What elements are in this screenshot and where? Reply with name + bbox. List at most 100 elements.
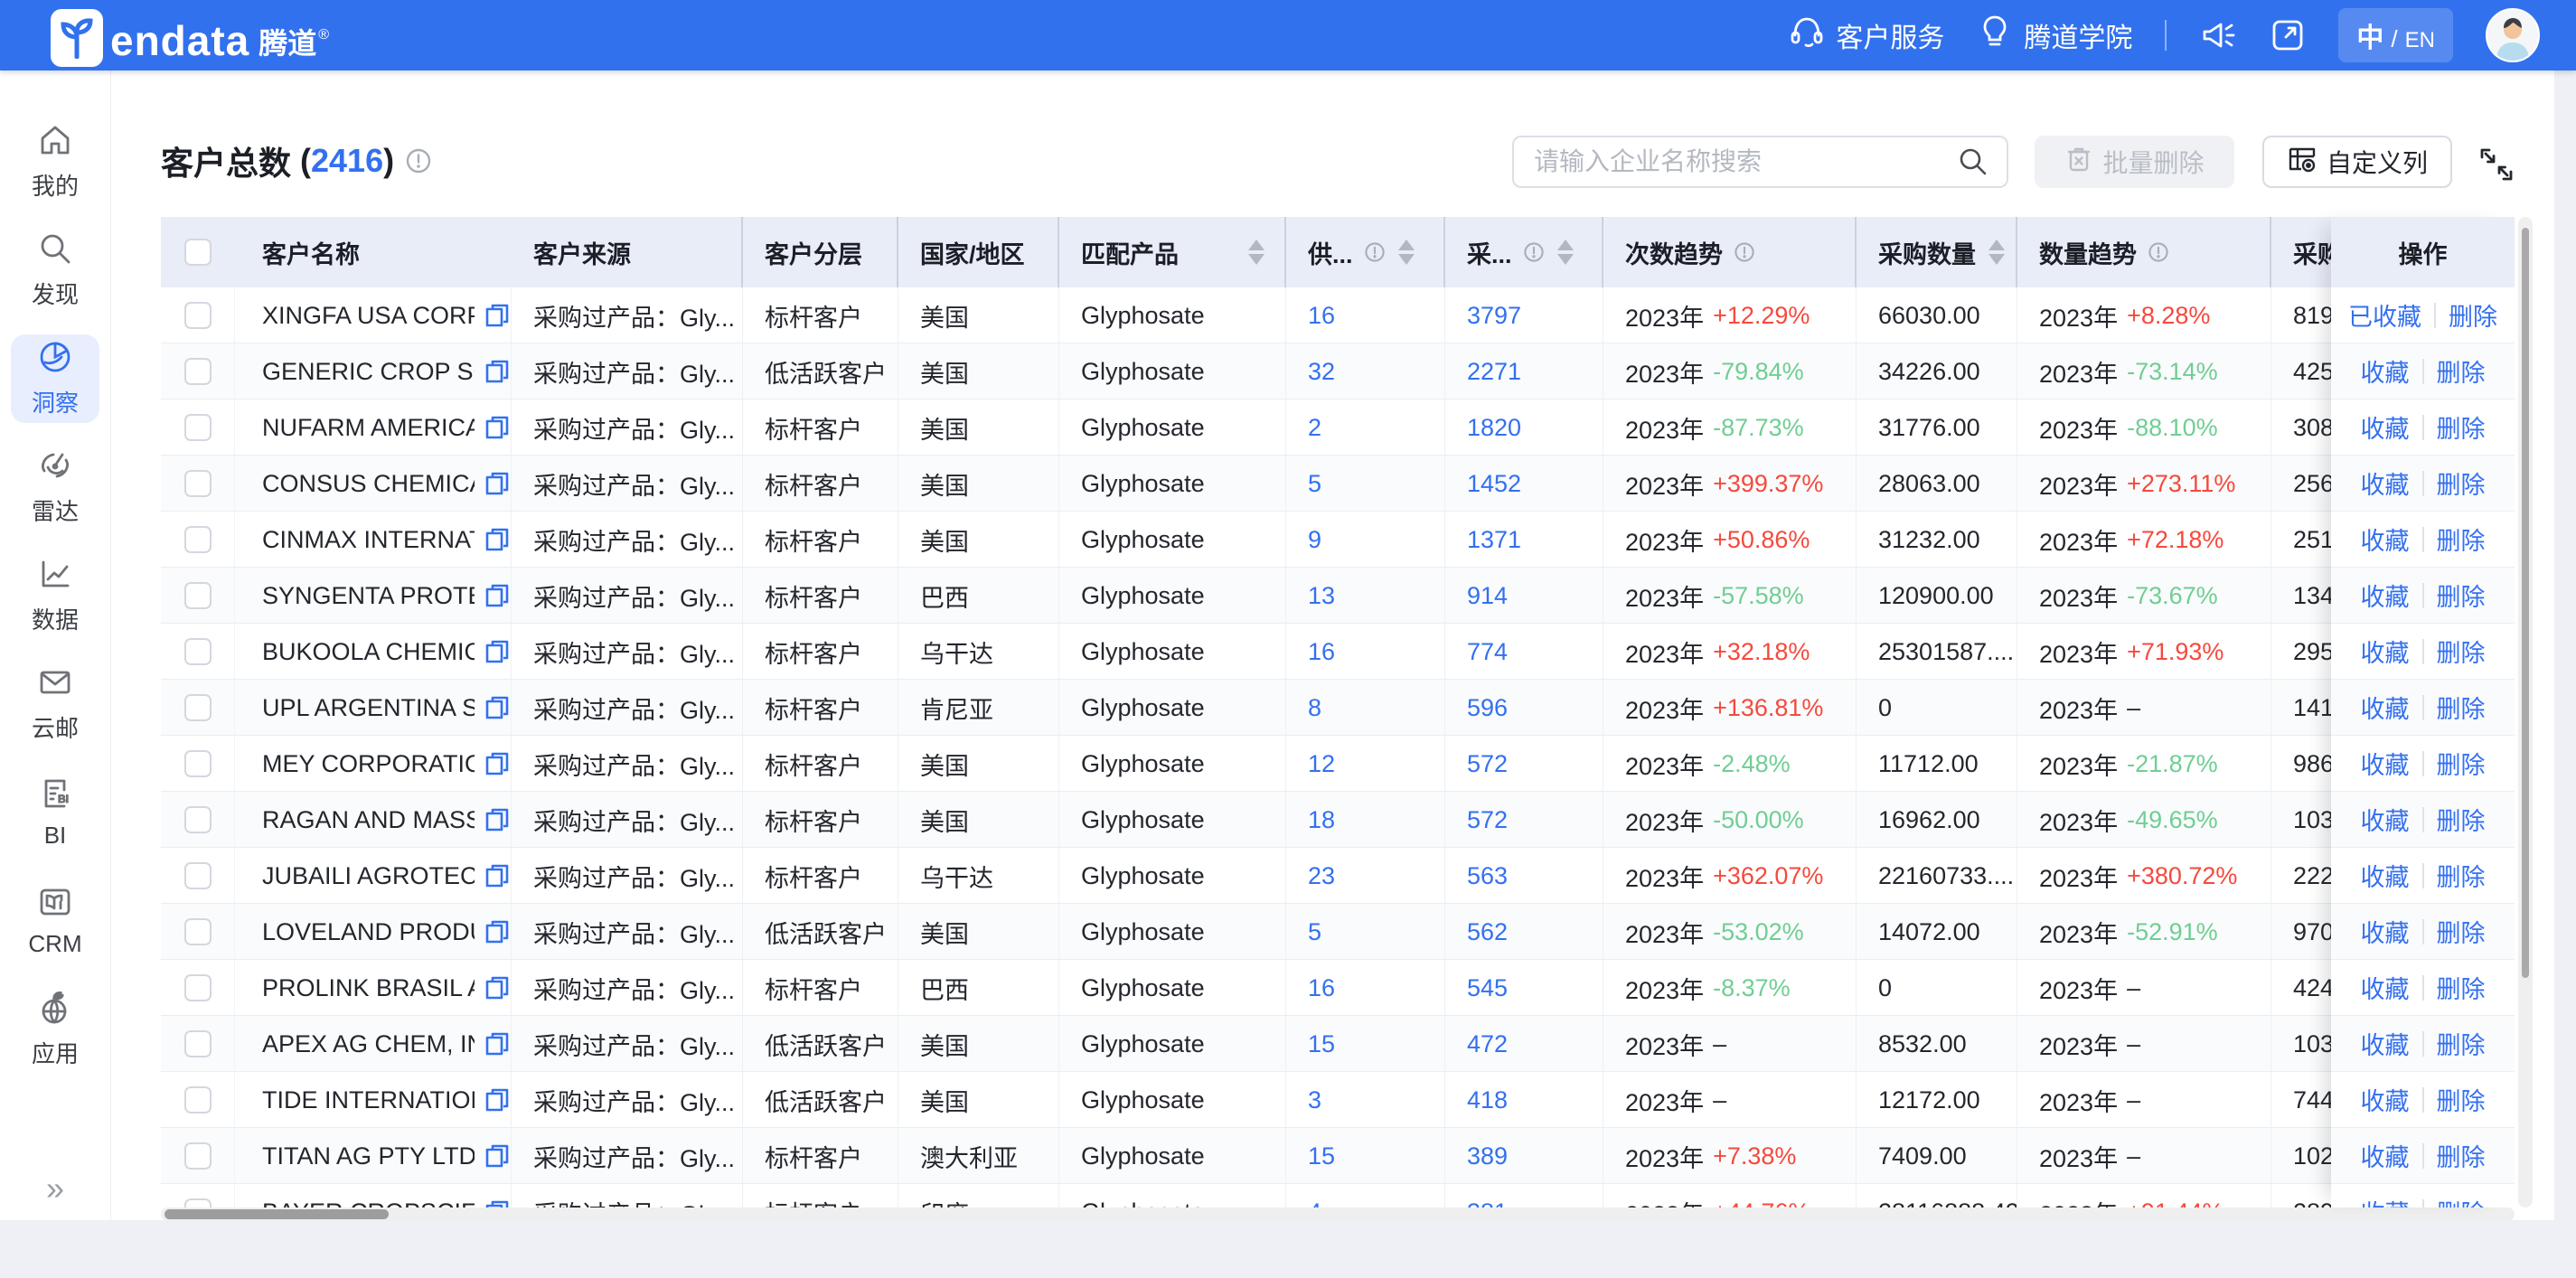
row-checkbox[interactable] <box>184 302 212 329</box>
records-count-link[interactable]: 381 <box>1445 1184 1603 1208</box>
delete-link[interactable]: 删除 <box>2437 746 2486 781</box>
delete-link[interactable]: 删除 <box>2437 465 2486 501</box>
records-count-link[interactable]: 562 <box>1445 904 1603 960</box>
copy-icon[interactable] <box>484 1086 511 1114</box>
row-checkbox[interactable] <box>184 638 212 665</box>
delete-link[interactable]: 删除 <box>2437 970 2486 1005</box>
favorite-link[interactable]: 收藏 <box>2361 970 2410 1005</box>
records-count-link[interactable]: 1452 <box>1445 456 1603 512</box>
delete-link[interactable]: 删除 <box>2437 522 2486 557</box>
custom-columns-button[interactable]: 自定义列 <box>2262 136 2452 188</box>
customer-name-cell[interactable]: NUFARM AMERICAS, <box>235 399 512 456</box>
copy-icon[interactable] <box>484 302 511 329</box>
fullscreen-icon[interactable] <box>2270 17 2306 53</box>
suppliers-count-link[interactable]: 5 <box>1286 456 1445 512</box>
select-all-checkbox[interactable] <box>184 239 212 266</box>
row-checkbox[interactable] <box>184 526 212 553</box>
delete-link[interactable]: 删除 <box>2437 353 2486 389</box>
delete-link[interactable]: 删除 <box>2437 1138 2486 1173</box>
favorite-link[interactable]: 收藏 <box>2361 858 2410 893</box>
favorite-link[interactable]: 收藏 <box>2361 522 2410 557</box>
copy-icon[interactable] <box>484 470 511 497</box>
suppliers-count-link[interactable]: 8 <box>1286 680 1445 736</box>
sidebar-item-discover[interactable]: 发现 <box>11 226 99 315</box>
records-count-link[interactable]: 596 <box>1445 680 1603 736</box>
suppliers-count-link[interactable]: 16 <box>1286 624 1445 680</box>
vertical-scrollbar[interactable] <box>2518 217 2533 1208</box>
delete-link[interactable]: 删除 <box>2437 914 2486 949</box>
copy-icon[interactable] <box>484 1198 511 1208</box>
suppliers-count-link[interactable]: 15 <box>1286 1016 1445 1072</box>
favorite-link[interactable]: 收藏 <box>2361 746 2410 781</box>
sort-icon[interactable] <box>1248 240 1264 265</box>
row-checkbox[interactable] <box>184 750 212 777</box>
sort-icon[interactable] <box>1988 240 2005 265</box>
records-count-link[interactable]: 774 <box>1445 624 1603 680</box>
suppliers-count-link[interactable]: 2 <box>1286 399 1445 456</box>
suppliers-count-link[interactable]: 16 <box>1286 287 1445 343</box>
customer-name-cell[interactable]: TIDE INTERNATIONA <box>235 1072 512 1128</box>
copy-icon[interactable] <box>484 750 511 777</box>
copy-icon[interactable] <box>484 414 511 441</box>
records-count-link[interactable]: 418 <box>1445 1072 1603 1128</box>
suppliers-count-link[interactable]: 12 <box>1286 736 1445 792</box>
suppliers-count-link[interactable]: 23 <box>1286 848 1445 904</box>
copy-icon[interactable] <box>484 582 511 609</box>
sidebar-item-cloudmail[interactable]: 云邮 <box>11 660 99 748</box>
customer-name-cell[interactable]: MEY CORPORATION <box>235 736 512 792</box>
row-checkbox[interactable] <box>184 862 212 889</box>
customer-name-cell[interactable]: LOVELAND PRODUC <box>235 904 512 960</box>
collapse-table-icon[interactable] <box>2477 145 2516 184</box>
copy-icon[interactable] <box>484 638 511 665</box>
batch-delete-button[interactable]: 批量删除 <box>2035 136 2234 188</box>
language-toggle[interactable]: 中 / EN <box>2338 8 2453 62</box>
row-checkbox[interactable] <box>184 358 212 385</box>
delete-link[interactable]: 删除 <box>2437 858 2486 893</box>
customer-name-cell[interactable]: RAGAN AND MASSE <box>235 792 512 848</box>
records-count-link[interactable]: 914 <box>1445 568 1603 624</box>
favorite-link[interactable]: 收藏 <box>2361 1194 2410 1208</box>
records-count-link[interactable]: 472 <box>1445 1016 1603 1072</box>
favorite-link[interactable]: 收藏 <box>2361 914 2410 949</box>
records-count-link[interactable]: 545 <box>1445 960 1603 1016</box>
records-count-link[interactable]: 572 <box>1445 792 1603 848</box>
row-checkbox[interactable] <box>184 806 212 833</box>
customer-name-cell[interactable]: XINGFA USA CORPO <box>235 287 512 343</box>
favorite-link[interactable]: 收藏 <box>2361 578 2410 613</box>
records-count-link[interactable]: 3797 <box>1445 287 1603 343</box>
suppliers-count-link[interactable]: 13 <box>1286 568 1445 624</box>
row-checkbox[interactable] <box>184 1030 212 1057</box>
delete-link[interactable]: 删除 <box>2437 690 2486 725</box>
favorite-link[interactable]: 收藏 <box>2361 1138 2410 1173</box>
suppliers-count-link[interactable]: 16 <box>1286 960 1445 1016</box>
delete-link[interactable]: 删除 <box>2437 1026 2486 1061</box>
info-icon[interactable] <box>405 147 432 174</box>
horizontal-scrollbar-thumb[interactable] <box>165 1209 389 1219</box>
sidebar-item-crm[interactable]: CRM <box>11 877 99 965</box>
info-icon[interactable] <box>2148 241 2169 263</box>
favorite-link[interactable]: 收藏 <box>2361 1026 2410 1061</box>
suppliers-count-link[interactable]: 15 <box>1286 1128 1445 1184</box>
customer-name-cell[interactable]: TITAN AG PTY LTD <box>235 1128 512 1184</box>
records-count-link[interactable]: 1820 <box>1445 399 1603 456</box>
horizontal-scrollbar[interactable] <box>161 1208 2515 1221</box>
info-icon[interactable] <box>1734 241 1755 263</box>
row-checkbox[interactable] <box>184 1086 212 1114</box>
records-count-link[interactable]: 2271 <box>1445 343 1603 399</box>
customer-name-cell[interactable]: CINMAX INTERNATIO <box>235 512 512 568</box>
sidebar-item-radar[interactable]: 雷达 <box>11 443 99 531</box>
delete-link[interactable]: 删除 <box>2449 297 2497 333</box>
suppliers-count-link[interactable]: 9 <box>1286 512 1445 568</box>
copy-icon[interactable] <box>484 974 511 1001</box>
user-avatar[interactable] <box>2486 8 2540 62</box>
records-count-link[interactable]: 389 <box>1445 1128 1603 1184</box>
suppliers-count-link[interactable]: 5 <box>1286 904 1445 960</box>
favorite-link[interactable]: 收藏 <box>2361 1082 2410 1117</box>
row-checkbox[interactable] <box>184 582 212 609</box>
sidebar-item-insight[interactable]: 洞察 <box>11 334 99 423</box>
copy-icon[interactable] <box>484 358 511 385</box>
row-checkbox[interactable] <box>184 470 212 497</box>
copy-icon[interactable] <box>484 694 511 721</box>
favorite-link[interactable]: 收藏 <box>2361 353 2410 389</box>
row-checkbox[interactable] <box>184 1142 212 1170</box>
